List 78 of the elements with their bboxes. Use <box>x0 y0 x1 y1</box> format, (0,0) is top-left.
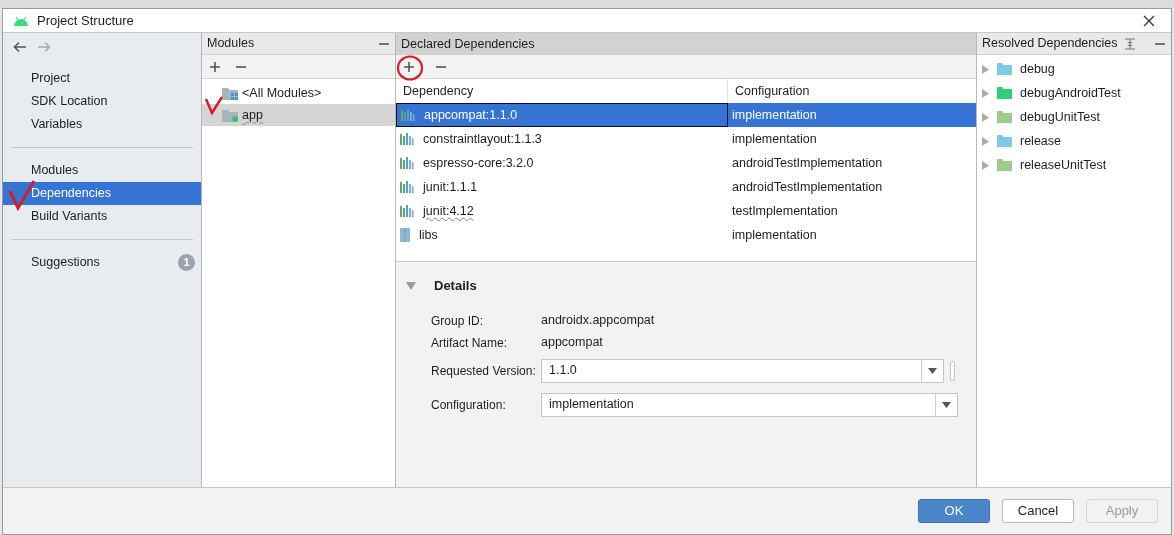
collapse-all-icon[interactable] <box>1123 37 1136 50</box>
library-icon <box>400 181 414 193</box>
module-item[interactable]: <All Modules> <box>202 82 395 104</box>
modules-folder-icon <box>222 86 238 100</box>
table-cell-text: testImplementation <box>732 202 838 220</box>
variant-item[interactable]: release <box>977 129 1171 153</box>
column-header[interactable]: Dependency <box>396 79 728 103</box>
dropdown-field[interactable]: implementation <box>541 392 958 417</box>
back-arrow-icon[interactable] <box>13 41 27 53</box>
expand-triangle-icon[interactable] <box>982 64 989 74</box>
sidebar-item[interactable]: Build Variants <box>3 205 201 228</box>
module-folder-icon <box>222 108 238 122</box>
sidebar-item[interactable]: Modules <box>3 159 201 182</box>
table-cell-text: androidTestImplementation <box>732 154 883 172</box>
sidebar-item[interactable]: Variables <box>3 113 201 136</box>
dialog-button[interactable]: Cancel <box>1002 499 1074 523</box>
library-icon <box>400 205 414 217</box>
dependency-row[interactable]: libs implementation <box>396 223 976 247</box>
scroll-handle[interactable] <box>950 360 955 381</box>
caret-icon <box>928 367 937 374</box>
panel-title: Declared Dependencies <box>401 35 535 53</box>
forward-arrow-icon[interactable] <box>37 41 51 53</box>
sidebar-item[interactable]: Dependencies <box>3 182 201 205</box>
field-value: appcompat <box>541 334 603 352</box>
circle-annotation <box>396 55 426 83</box>
window-title: Project Structure <box>37 11 134 30</box>
count-badge: 1 <box>178 254 195 271</box>
close-icon[interactable] <box>1143 14 1155 27</box>
field-label: Requested Version: <box>431 362 537 380</box>
panel-title: Modules <box>207 35 256 53</box>
variant-item[interactable]: debug <box>977 57 1171 81</box>
caret-icon <box>942 401 951 408</box>
library-icon <box>400 157 414 169</box>
module-item[interactable]: app <box>202 104 395 126</box>
table-cell-text: libs <box>419 226 438 244</box>
check-mark-annotation <box>204 95 224 115</box>
field-label: Artifact Name: <box>431 334 509 352</box>
android-logo-icon <box>13 15 29 26</box>
field-value: androidx.appcompat <box>541 312 655 330</box>
dropdown-field[interactable]: 1.1.0 <box>541 358 944 383</box>
add-icon[interactable] <box>403 60 415 73</box>
table-cell-text: espresso-core:3.2.0 <box>423 154 534 172</box>
module-label: <All Modules> <box>242 84 322 102</box>
module-label: app <box>242 106 263 124</box>
sidebar-item[interactable]: SDK Location <box>3 90 201 113</box>
expand-triangle-icon[interactable] <box>982 136 989 146</box>
table-cell-text: androidTestImplementation <box>732 178 883 196</box>
library-icon <box>400 133 414 145</box>
variant-item[interactable]: debugAndroidTest <box>977 81 1171 105</box>
field-label: Group ID: <box>431 312 485 330</box>
jar-file-icon <box>400 228 410 242</box>
variant-item[interactable]: debugUnitTest <box>977 105 1171 129</box>
section-title: Details <box>434 277 477 295</box>
sidebar-item[interactable]: Project <box>3 67 201 90</box>
field-label: Configuration: <box>431 396 507 414</box>
table-cell-text: junit:1.1.1 <box>423 178 478 196</box>
sidebar-item[interactable]: Suggestions 1 <box>3 251 201 274</box>
expand-triangle-icon[interactable] <box>982 160 989 170</box>
column-header[interactable]: Configuration <box>728 79 976 103</box>
table-cell-text: implementation <box>732 130 817 148</box>
table-cell-text: implementation <box>732 226 817 244</box>
dependency-row[interactable]: junit:1.1.1 androidTestImplementation <box>396 175 976 199</box>
expand-triangle-icon[interactable] <box>982 88 989 98</box>
dependency-row[interactable]: constraintlayout:1.1.3 implementation <box>396 127 976 151</box>
ok-button[interactable]: OK <box>918 499 990 523</box>
expand-triangle-icon[interactable] <box>982 112 989 122</box>
table-cell-text: appcompat:1.1.0 <box>424 106 518 124</box>
library-icon <box>401 109 415 121</box>
panel-title: Resolved Dependencies <box>982 35 1118 53</box>
table-cell-text: constraintlayout:1.1.3 <box>423 130 542 148</box>
table-cell-text: implementation <box>732 106 817 124</box>
add-icon[interactable] <box>209 60 221 73</box>
table-cell-text: junit:4.12 <box>423 202 474 220</box>
dependency-row[interactable]: appcompat:1.1.0 implementation <box>396 103 976 127</box>
dependency-row[interactable]: espresso-core:3.2.0 androidTestImplementation <box>396 151 976 175</box>
dependency-row[interactable]: junit:4.12 testImplementation <box>396 199 976 223</box>
collapse-triangle-icon[interactable] <box>406 281 416 290</box>
variant-item[interactable]: releaseUnitTest <box>977 153 1171 177</box>
